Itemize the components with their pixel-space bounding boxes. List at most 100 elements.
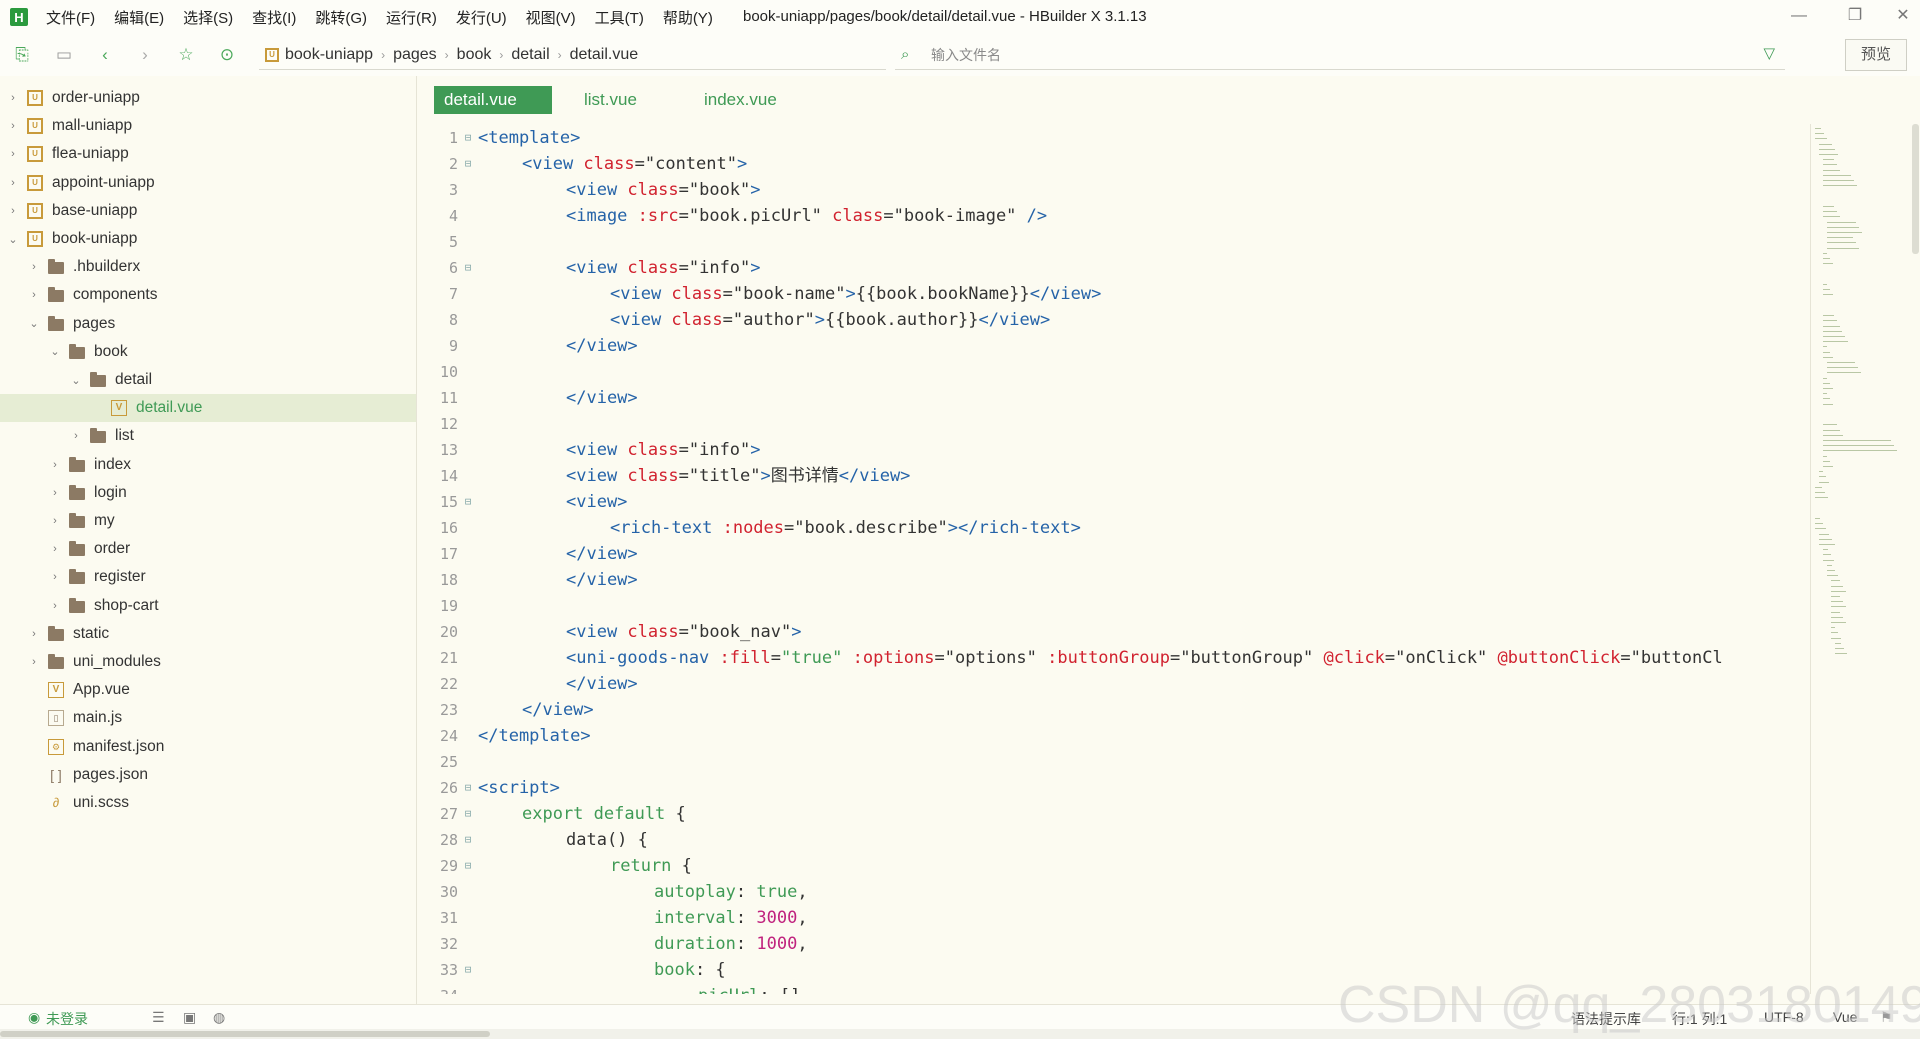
- chevron-right-icon[interactable]: ›: [28, 656, 40, 668]
- close-button[interactable]: ✕: [1888, 4, 1918, 28]
- chevron-right-icon[interactable]: ›: [28, 289, 40, 301]
- tree-node[interactable]: › order: [0, 535, 416, 563]
- tree-node[interactable]: ⚙ manifest.json: [0, 733, 416, 761]
- chevron-down-icon[interactable]: ⌄: [28, 317, 40, 330]
- chevron-right-icon[interactable]: ›: [28, 261, 40, 273]
- tree-node[interactable]: › uni_modules: [0, 648, 416, 676]
- maximize-button[interactable]: ❐: [1840, 4, 1870, 28]
- menu-item[interactable]: 选择(S): [183, 7, 233, 28]
- chevron-down-icon[interactable]: ⌄: [49, 345, 61, 358]
- tree-node[interactable]: ⌄ pages: [0, 310, 416, 338]
- fold-toggle-icon[interactable]: ⊟: [462, 151, 474, 177]
- tree-node-label: my: [94, 512, 115, 529]
- globe-icon[interactable]: ◍: [213, 1009, 225, 1026]
- chevron-right-icon[interactable]: ›: [7, 92, 19, 104]
- tree-node[interactable]: › list: [0, 422, 416, 450]
- filter-icon[interactable]: ▽: [1763, 44, 1775, 62]
- favorite-star-icon[interactable]: ☆: [174, 43, 198, 67]
- vertical-scrollbar[interactable]: [1911, 124, 1920, 954]
- tree-node[interactable]: ▯ main.js: [0, 704, 416, 732]
- preview-button[interactable]: 预览: [1845, 39, 1907, 71]
- file-search-input[interactable]: [931, 46, 1631, 63]
- chevron-right-icon[interactable]: ›: [49, 571, 61, 583]
- run-icon[interactable]: ⊙: [215, 43, 239, 67]
- fold-toggle-icon[interactable]: ⊟: [462, 957, 474, 983]
- back-arrow-icon[interactable]: ‹: [93, 43, 117, 67]
- chevron-right-icon[interactable]: ›: [70, 430, 82, 442]
- new-file-icon[interactable]: ⎘: [10, 43, 34, 67]
- tree-node[interactable]: › my: [0, 507, 416, 535]
- chevron-right-icon[interactable]: ›: [7, 120, 19, 132]
- breadcrumb-item[interactable]: detail: [511, 46, 549, 64]
- tree-node[interactable]: › register: [0, 563, 416, 591]
- code-token: =: [678, 206, 689, 226]
- fold-toggle-icon[interactable]: ⊟: [462, 853, 474, 879]
- tree-node[interactable]: ⌄ detail: [0, 366, 416, 394]
- tree-node[interactable]: V App.vue: [0, 676, 416, 704]
- tree-node[interactable]: › Ubase-uniapp: [0, 197, 416, 225]
- menu-item[interactable]: 查找(I): [252, 7, 296, 28]
- tree-node[interactable]: › .hbuilderx: [0, 253, 416, 281]
- login-status[interactable]: 未登录: [46, 1009, 88, 1029]
- save-icon[interactable]: ▭: [52, 43, 76, 67]
- menu-item[interactable]: 视图(V): [526, 7, 576, 28]
- list-icon[interactable]: ☰: [152, 1009, 165, 1026]
- tree-node[interactable]: › Uorder-uniapp: [0, 84, 416, 112]
- chevron-right-icon[interactable]: ›: [49, 543, 61, 555]
- horizontal-scrollbar-thumb[interactable]: [0, 1031, 490, 1037]
- menu-item[interactable]: 帮助(Y): [663, 7, 713, 28]
- editor-tab[interactable]: list.vue: [574, 86, 647, 114]
- tree-node[interactable]: › shop-cart: [0, 592, 416, 620]
- fold-toggle-icon[interactable]: ⊟: [462, 827, 474, 853]
- chevron-right-icon[interactable]: ›: [7, 177, 19, 189]
- minimap-line: [1823, 180, 1855, 181]
- minimap[interactable]: [1810, 124, 1910, 994]
- chevron-right-icon[interactable]: ›: [28, 628, 40, 640]
- breadcrumb-item[interactable]: pages: [393, 46, 437, 64]
- code-area[interactable]: 1 ⊟ <template> 2 ⊟ <view class="content"> 3 <vi…: [418, 125, 1810, 994]
- tree-node[interactable]: Vdetail.vue: [0, 394, 416, 423]
- chevron-right-icon[interactable]: ›: [49, 487, 61, 499]
- tree-node[interactable]: › Uappoint-uniapp: [0, 169, 416, 197]
- tree-node[interactable]: › Umall-uniapp: [0, 112, 416, 140]
- vertical-scrollbar-thumb[interactable]: [1912, 124, 1919, 254]
- menu-item[interactable]: 发行(U): [456, 7, 507, 28]
- breadcrumb-item[interactable]: detail.vue: [570, 46, 639, 64]
- tree-node[interactable]: ⌄ Ubook-uniapp: [0, 225, 416, 253]
- chevron-right-icon[interactable]: ›: [49, 600, 61, 612]
- menu-item[interactable]: 工具(T): [595, 7, 644, 28]
- tree-node[interactable]: › static: [0, 620, 416, 648]
- menu-item[interactable]: 跳转(G): [315, 7, 367, 28]
- fold-toggle-icon[interactable]: ⊟: [462, 801, 474, 827]
- editor-tab[interactable]: index.vue: [694, 86, 787, 114]
- tree-node[interactable]: › components: [0, 281, 416, 309]
- chevron-right-icon[interactable]: ›: [49, 459, 61, 471]
- breadcrumb-item[interactable]: book-uniapp: [285, 46, 373, 64]
- chevron-right-icon[interactable]: ›: [7, 205, 19, 217]
- tree-node[interactable]: ⌄ book: [0, 338, 416, 366]
- chevron-right-icon[interactable]: ›: [49, 515, 61, 527]
- fold-toggle-icon[interactable]: ⊟: [462, 489, 474, 515]
- chevron-down-icon[interactable]: ⌄: [7, 233, 19, 246]
- tree-node[interactable]: [ ] pages.json: [0, 761, 416, 789]
- fold-toggle-icon[interactable]: ⊟: [462, 775, 474, 801]
- minimap-line: [1831, 637, 1842, 639]
- minimize-button[interactable]: —: [1784, 4, 1814, 28]
- tree-node[interactable]: › login: [0, 479, 416, 507]
- scss-file-icon: ∂: [52, 795, 60, 810]
- fold-toggle-icon[interactable]: ⊟: [462, 255, 474, 281]
- editor-tab[interactable]: detail.vue: [434, 86, 552, 114]
- breadcrumb-item[interactable]: book: [457, 46, 492, 64]
- chevron-down-icon[interactable]: ⌄: [70, 374, 82, 387]
- chevron-right-icon[interactable]: ›: [7, 148, 19, 160]
- console-icon[interactable]: ▣: [183, 1009, 196, 1026]
- tree-node[interactable]: ∂ uni.scss: [0, 789, 416, 817]
- tree-node[interactable]: › Uflea-uniapp: [0, 140, 416, 168]
- tree-node[interactable]: › index: [0, 451, 416, 479]
- code-token: :nodes: [722, 518, 785, 538]
- forward-arrow-icon[interactable]: ›: [133, 43, 157, 67]
- menu-item[interactable]: 文件(F): [46, 7, 95, 28]
- fold-toggle-icon[interactable]: ⊟: [462, 125, 474, 151]
- menu-item[interactable]: 运行(R): [386, 7, 437, 28]
- menu-item[interactable]: 编辑(E): [114, 7, 164, 28]
